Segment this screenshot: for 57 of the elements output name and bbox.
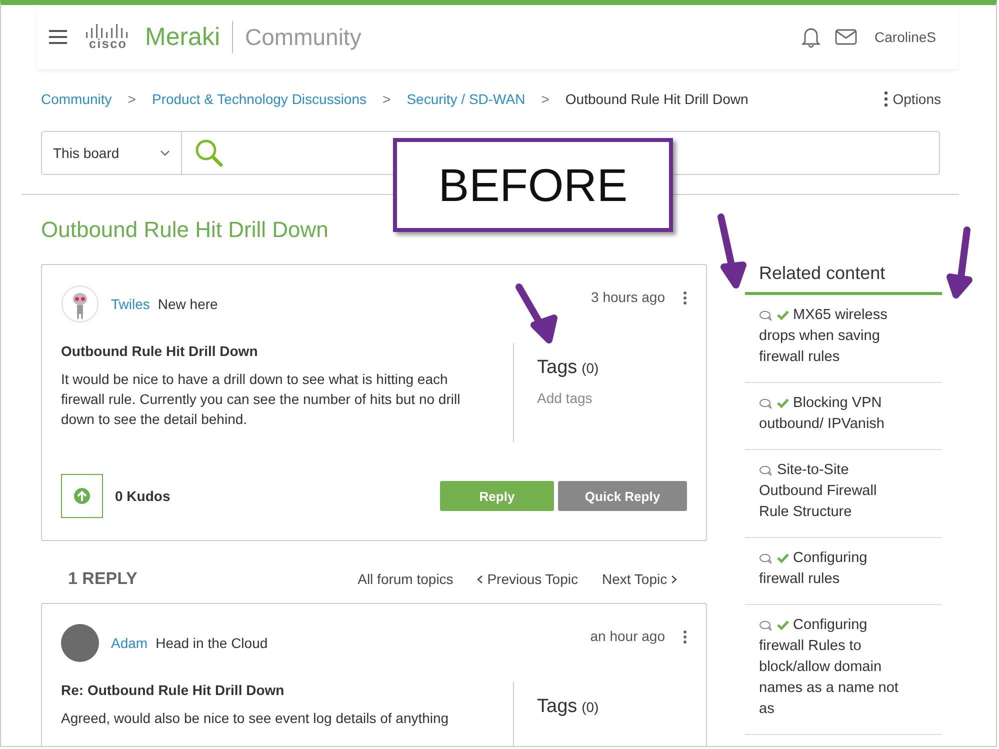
breadcrumb-item: Outbound Rule Hit Drill Down (565, 91, 748, 107)
robot-avatar-icon (61, 285, 99, 323)
page-title: Outbound Rule Hit Drill Down (41, 217, 330, 243)
tags-count: (0) (582, 699, 599, 715)
more-options-icon[interactable] (683, 630, 687, 644)
next-topic-link[interactable]: Next Topic (602, 571, 677, 587)
logo-text: cisco (88, 38, 128, 50)
author-link[interactable]: Adam (111, 635, 148, 651)
author-link[interactable]: Twiles (111, 296, 150, 312)
related-topic-link[interactable]: Configuring firewall rules (745, 538, 942, 605)
options-button[interactable]: Options (884, 91, 941, 107)
add-tags-link[interactable]: Add tags (537, 390, 687, 406)
post-body: Agreed, would also be nice to see event log details of anything (61, 709, 450, 728)
tags-count: (0) (582, 360, 599, 376)
previous-topic-link[interactable]: Previous Topic (477, 571, 578, 587)
speech-bubbles-icon (759, 620, 773, 631)
tags-heading: Tags (537, 357, 578, 378)
related-topic-link[interactable]: Site-to-Site Outbound Firewall Rule Structure (745, 450, 942, 538)
breadcrumb-item[interactable]: Product & Technology Discussions (152, 91, 367, 107)
post-subject: Outbound Rule Hit Drill Down (61, 343, 259, 359)
breadcrumb-separator: > (382, 91, 391, 107)
kudo-button[interactable] (61, 474, 103, 518)
breadcrumb-item[interactable]: Security / SD-WAN (406, 91, 526, 107)
more-options-icon[interactable] (683, 291, 687, 305)
related-topic-link[interactable]: MX65 wireless drops when saving firewall rules (745, 295, 942, 383)
mail-icon[interactable] (834, 29, 857, 45)
post-time: an hour ago (590, 628, 665, 644)
tags-heading: Tags (537, 696, 578, 717)
notification-bell-icon[interactable] (800, 26, 821, 48)
all-topics-link[interactable]: All forum topics (358, 571, 454, 587)
menu-icon[interactable] (49, 30, 67, 44)
related-content-heading: Related content (745, 263, 942, 295)
breadcrumb-separator: > (541, 91, 550, 107)
author-rank: Head in the Cloud (156, 635, 268, 651)
kudos-count: 0 Kudos (115, 488, 170, 504)
vertical-dots-icon (884, 91, 888, 107)
breadcrumb-item[interactable]: Community (41, 91, 112, 107)
search-scope-dropdown[interactable]: This board (42, 132, 182, 174)
chevron-down-icon (160, 150, 170, 156)
post-time: 3 hours ago (591, 289, 665, 305)
avatar-placeholder (61, 624, 99, 662)
speech-bubbles-icon (759, 310, 773, 321)
speech-bubbles-icon (759, 398, 773, 409)
annotation-label: BEFORE (393, 138, 673, 232)
related-topic-link[interactable]: Blocking VPN outbound/ IPVanish (745, 383, 942, 450)
related-topic-link[interactable]: Configuring firewall Rules to block/allow domain names as a name not as (745, 605, 942, 735)
reply-count: 1 REPLY (68, 569, 138, 589)
speech-bubbles-icon (759, 464, 773, 476)
breadcrumb-separator: > (128, 91, 136, 107)
post-body: It would be nice to have a drill down to see what is hitting each firewall rule. Currently you can see the number of hits but no drill down to see the detail behind. (61, 370, 462, 429)
post-subject: Re: Outbound Rule Hit Drill Down (61, 682, 286, 698)
author-rank: New here (158, 296, 218, 312)
chevron-right-icon (671, 575, 677, 584)
chevron-left-icon (477, 575, 484, 584)
username-link[interactable]: CarolineS (874, 29, 936, 45)
speech-bubbles-icon (759, 552, 773, 564)
reply-button[interactable]: Quick Reply (558, 481, 687, 511)
